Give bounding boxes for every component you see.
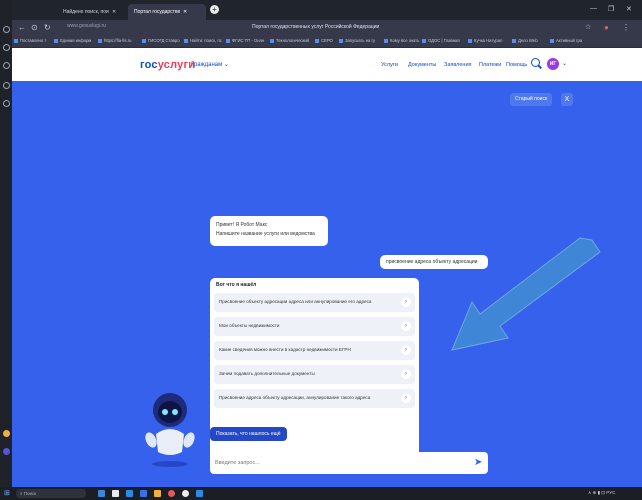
screen: Найдено поиск, поиск, клл✕ Портал госуда… — [0, 0, 642, 500]
maximize-button[interactable]: ❐ — [608, 5, 614, 13]
send-icon[interactable]: ➤ — [474, 457, 482, 468]
system-tray[interactable]: ∧ ⊕ ▮ ⊡ РУС — [588, 490, 615, 496]
apps-icon[interactable] — [3, 100, 10, 107]
search-icon[interactable] — [531, 58, 540, 67]
close-icon[interactable]: ✕ — [112, 9, 116, 15]
gosuslugi-logo[interactable]: госуслуги — [140, 59, 195, 71]
chrome-icon[interactable] — [182, 490, 189, 497]
chevron-right-icon: › — [401, 321, 411, 331]
app-icon[interactable] — [154, 490, 161, 497]
close-window-button[interactable]: ✕ — [626, 5, 632, 13]
bookmark[interactable]: Запускать на гу — [339, 38, 375, 43]
bookmark[interactable]: Поставлено т — [14, 38, 46, 43]
minimize-button[interactable]: — — [590, 5, 597, 12]
forward-icon[interactable]: ⊙ — [31, 23, 38, 32]
chevron-right-icon: › — [401, 393, 411, 403]
chevron-down-icon[interactable]: ⌄ — [562, 60, 567, 67]
nav-help[interactable]: Помощь — [506, 62, 527, 68]
downloads-icon[interactable] — [3, 62, 10, 69]
search-icon: ⌕ — [20, 491, 23, 496]
avatar[interactable]: ИГ — [547, 58, 559, 70]
url-field[interactable]: www.gosuslugi.ru — [67, 23, 106, 29]
result-item[interactable]: Зачем подавать дополнительные документы › — [214, 365, 415, 384]
tab-search[interactable]: Найдено поиск, поиск, клл✕ — [57, 4, 125, 20]
taskbar-search[interactable]: ⌕ Поиск — [16, 489, 86, 498]
result-item[interactable]: Мои объекты недвижимости › — [214, 317, 415, 336]
results-card: Вот что я нашёл Присвоение объекту адрес… — [210, 278, 419, 470]
robot-max-mascot — [145, 393, 195, 467]
close-button[interactable]: X — [561, 93, 573, 106]
tab-label: Портал государствен — [134, 9, 180, 15]
history-icon[interactable] — [3, 44, 10, 51]
taskbar: ⊞ ⌕ Поиск ∧ ⊕ ▮ ⊡ РУС — [0, 487, 642, 500]
app-orange-icon[interactable] — [3, 430, 10, 437]
bot-greeting: Привет! Я Робот Макс Напишите название у… — [210, 216, 328, 246]
address-bar: ← ⊙ ↻ www.gosuslugi.ru Портал государств… — [12, 20, 642, 36]
result-item[interactable]: Присвоение адреса объекту адресации, анн… — [214, 389, 415, 408]
pointer-arrow — [451, 237, 601, 351]
chevron-right-icon: › — [401, 369, 411, 379]
back-arrow-icon[interactable]: ← — [18, 23, 26, 32]
chat-input-box: ➤ — [210, 452, 488, 474]
result-item[interactable]: Какие сведения можно внести в кадастр не… — [214, 341, 415, 360]
show-more-button[interactable]: Показать, что нашлось ещё — [210, 427, 287, 441]
greeting-text: Напишите название услуги или ведомства — [216, 231, 315, 237]
nav-services[interactable]: Услуги — [381, 62, 398, 68]
close-icon[interactable]: ✕ — [183, 9, 187, 15]
bookmark[interactable]: ФГИС ТП - Онлн — [226, 38, 264, 43]
nav-documents[interactable]: Документы — [408, 62, 436, 68]
bookmark[interactable]: СЕРО — [315, 38, 333, 43]
old-search-button[interactable]: Старый поиск — [510, 93, 553, 106]
bookmark[interactable]: https://fia-fis.ru — [98, 38, 131, 43]
new-tab-button[interactable]: + — [210, 5, 219, 14]
app-icon[interactable] — [112, 490, 119, 497]
app-purple-icon[interactable] — [3, 448, 10, 455]
os-sidebar — [0, 0, 12, 487]
result-item[interactable]: Присвоение объекту адресации адреса или … — [214, 293, 415, 312]
bookmark[interactable]: Найти: поиск, пс — [184, 38, 222, 43]
bookmark[interactable]: Единая информ — [54, 38, 91, 43]
gosuslugi-page: госуслуги Гражданам ⌄ Услуги Документы З… — [12, 48, 642, 487]
tab-strip: Найдено поиск, поиск, клл✕ Портал госуда… — [12, 0, 642, 20]
extension-icon[interactable]: ● — [604, 23, 609, 32]
tab-gosuslugi[interactable]: Портал государствен✕ — [128, 4, 206, 20]
bookmarks-bar: Поставлено т Единая информ https://fia-f… — [12, 36, 642, 48]
back-icon[interactable] — [3, 26, 10, 33]
bookmark[interactable]: Дело Web — [512, 38, 538, 43]
nav-payments[interactable]: Платежи — [479, 62, 501, 68]
app-icon[interactable] — [140, 490, 147, 497]
bookmark[interactable]: Кучка Натурал — [468, 38, 503, 43]
windows-start-icon[interactable]: ⊞ — [4, 489, 10, 497]
greeting-title: Привет! Я Робот Макс — [216, 222, 268, 228]
app-icon[interactable] — [196, 490, 203, 497]
site-header: госуслуги Гражданам ⌄ Услуги Документы З… — [12, 48, 642, 81]
reload-icon[interactable]: ↻ — [44, 23, 51, 32]
bookmark[interactable]: Технологический — [270, 38, 309, 43]
bookmark[interactable]: Кому все знать — [384, 38, 419, 43]
page-title: Портал государственных услуг Российской … — [252, 24, 380, 30]
menu-icon[interactable]: ⋮ — [622, 23, 630, 32]
chevron-right-icon: › — [401, 345, 411, 355]
app-icon[interactable] — [98, 490, 105, 497]
bookmark[interactable]: ГИСОГД Ставро — [142, 38, 180, 43]
chat-input[interactable] — [215, 458, 455, 468]
results-title: Вот что я нашёл — [216, 282, 257, 288]
bookmark[interactable]: ОДОС | Главная — [422, 38, 460, 43]
collections-icon[interactable] — [3, 82, 10, 89]
bookmark[interactable]: Активный гра — [550, 38, 582, 43]
tab-label: Найдено поиск, поиск, клл — [63, 9, 109, 15]
persona-selector[interactable]: Гражданам ⌄ — [191, 61, 229, 68]
chevron-right-icon: › — [401, 297, 411, 307]
favorite-star-icon[interactable]: ☆ — [585, 23, 591, 31]
browser-icon[interactable] — [168, 490, 175, 497]
chevron-down-icon: ⌄ — [223, 62, 229, 68]
nav-applications[interactable]: Заявления — [444, 62, 472, 68]
app-icon[interactable] — [126, 490, 133, 497]
